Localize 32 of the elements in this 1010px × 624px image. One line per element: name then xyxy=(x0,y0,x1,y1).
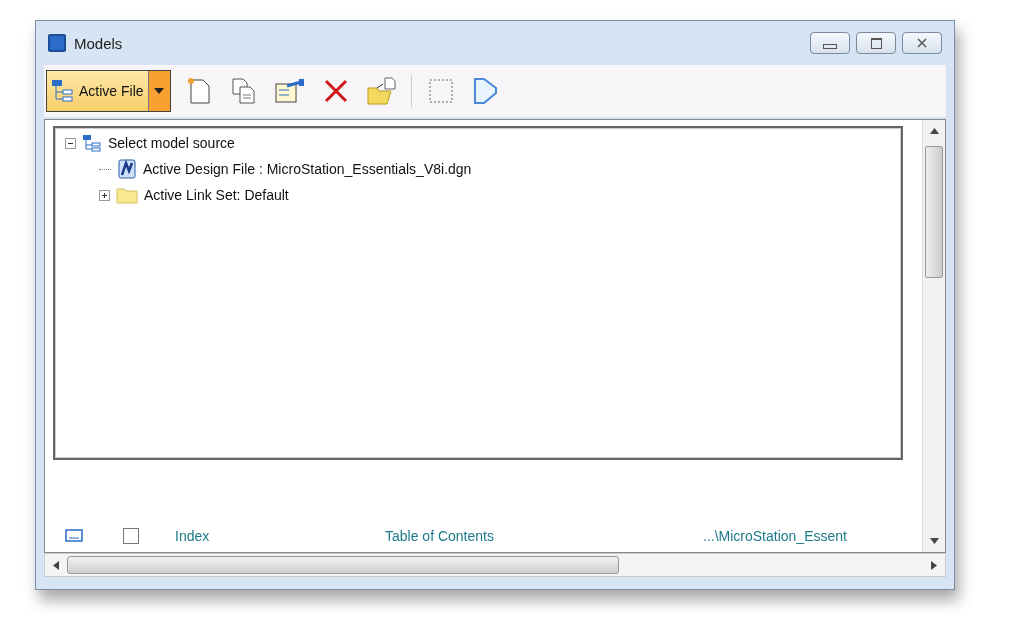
caret-icon xyxy=(154,88,165,94)
scroll-up-icon[interactable] xyxy=(929,128,939,134)
tree-item[interactable]: Select model source xyxy=(108,135,235,151)
model-source-button[interactable]: Active File xyxy=(47,71,148,111)
model-name[interactable]: Index xyxy=(175,528,385,544)
model-description: Table of Contents xyxy=(385,528,495,544)
close-button[interactable] xyxy=(902,32,942,54)
tree-icon xyxy=(82,134,102,152)
tree-icon xyxy=(51,79,75,103)
close-icon xyxy=(915,37,929,49)
model-icon xyxy=(65,529,83,543)
scroll-left-icon[interactable] xyxy=(53,560,59,570)
minimize-button[interactable] xyxy=(810,32,850,54)
scroll-right-icon[interactable] xyxy=(931,560,937,570)
vertical-scrollbar[interactable] xyxy=(922,120,945,552)
scroll-thumb[interactable] xyxy=(67,556,619,574)
checkbox[interactable] xyxy=(123,528,139,544)
model-file: ...\MicroStation_Essent xyxy=(703,528,847,544)
dropdown-button[interactable] xyxy=(147,71,170,111)
folder-icon xyxy=(116,186,138,204)
scroll-down-icon[interactable] xyxy=(929,538,939,544)
horizontal-scrollbar[interactable] xyxy=(44,553,946,577)
collapse-icon[interactable] xyxy=(65,137,76,149)
expand-icon[interactable] xyxy=(99,189,110,201)
properties-icon[interactable] xyxy=(272,76,307,106)
app-icon xyxy=(48,34,66,52)
maximize-button[interactable] xyxy=(856,32,896,54)
design-file-icon xyxy=(117,159,137,179)
tree-item[interactable]: Active Design File : MicroStation_Essentials_V8i.dgn xyxy=(143,161,472,177)
scroll-thumb[interactable] xyxy=(925,146,943,278)
window-title: Models xyxy=(74,34,123,52)
tree-item[interactable]: Active Link Set: Default xyxy=(144,187,289,203)
